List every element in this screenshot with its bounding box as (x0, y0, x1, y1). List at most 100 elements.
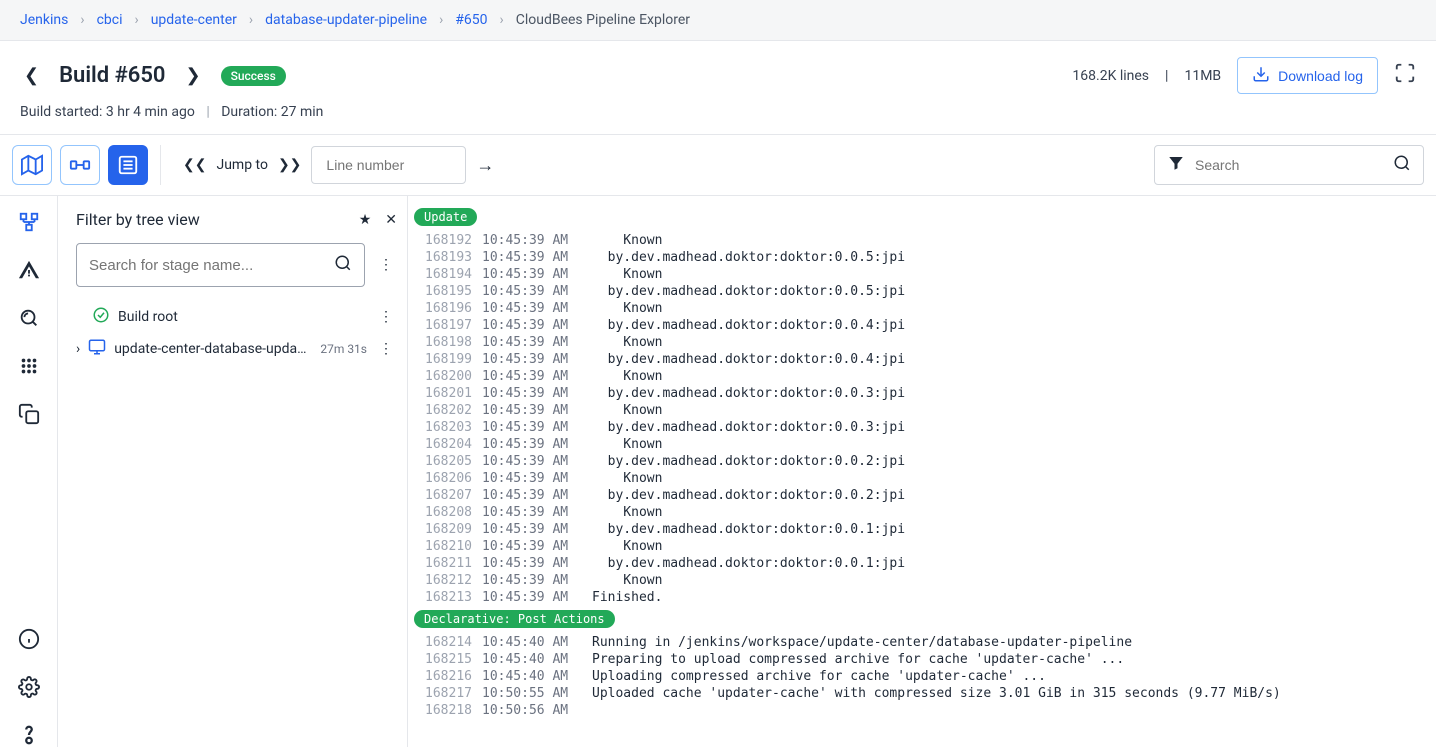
log-line[interactable]: 16820410:45:39 AM Known (408, 436, 1436, 453)
search-input[interactable] (1195, 157, 1383, 173)
timestamp: 10:45:39 AM (482, 233, 592, 248)
line-number: 168206 (420, 471, 482, 486)
log-line[interactable]: 16821610:45:40 AMUploading compressed ar… (408, 668, 1436, 685)
log-line[interactable]: 16821110:45:39 AM by.dev.madhead.doktor:… (408, 555, 1436, 572)
chevron-right-icon: › (80, 12, 84, 28)
breadcrumb-item[interactable]: #650 (455, 12, 487, 28)
log-message: Known (592, 335, 662, 350)
line-number: 168196 (420, 301, 482, 316)
log-line[interactable]: 16819710:45:39 AM by.dev.madhead.doktor:… (408, 317, 1436, 334)
log-line[interactable]: 16820510:45:39 AM by.dev.madhead.doktor:… (408, 453, 1436, 470)
line-number: 168201 (420, 386, 482, 401)
tree-row[interactable]: Build root⋮ (76, 301, 397, 333)
search-box[interactable] (1154, 145, 1424, 185)
line-number: 168213 (420, 590, 482, 605)
breadcrumb-item[interactable]: database-updater-pipeline (265, 12, 427, 28)
line-number-input[interactable] (311, 146, 466, 184)
tree-row[interactable]: ›update-center-database-upda…27m 31s⋮ (76, 333, 397, 365)
timestamp: 10:45:39 AM (482, 471, 592, 486)
line-number: 168211 (420, 556, 482, 571)
log-line[interactable]: 16819310:45:39 AM by.dev.madhead.doktor:… (408, 249, 1436, 266)
log-size: 11MB (1184, 68, 1221, 84)
log-message: Preparing to upload compressed archive f… (592, 652, 1124, 667)
breadcrumb: Jenkins›cbci›update-center›database-upda… (0, 0, 1436, 41)
star-icon[interactable]: ★ (359, 212, 372, 228)
timestamp: 10:45:39 AM (482, 454, 592, 469)
rail-warning-icon[interactable] (17, 258, 41, 282)
log-line[interactable]: 16819410:45:39 AM Known (408, 266, 1436, 283)
log-line[interactable]: 16820010:45:39 AM Known (408, 368, 1436, 385)
prev-build-chevron[interactable]: ❮ (20, 65, 43, 86)
view-map-button[interactable] (12, 145, 52, 185)
view-list-button[interactable] (108, 145, 148, 185)
log-message: Known (592, 573, 662, 588)
log-line[interactable]: 16820310:45:39 AM by.dev.madhead.doktor:… (408, 419, 1436, 436)
log-line[interactable]: 16820110:45:39 AM by.dev.madhead.doktor:… (408, 385, 1436, 402)
next-build-chevron[interactable]: ❯ (181, 65, 204, 86)
download-icon (1252, 65, 1270, 86)
log-line[interactable]: 16821010:45:39 AM Known (408, 538, 1436, 555)
toolbar: ❮❮ Jump to ❯❯ → (0, 135, 1436, 196)
log-line[interactable]: 16820610:45:39 AM Known (408, 470, 1436, 487)
rail-grid-icon[interactable] (17, 354, 41, 378)
timestamp: 10:50:55 AM (482, 686, 592, 701)
log-line[interactable]: 16821710:50:55 AMUploaded cache 'updater… (408, 685, 1436, 702)
log-message: by.dev.madhead.doktor:doktor:0.0.3:jpi (592, 420, 905, 435)
close-icon[interactable]: ✕ (385, 212, 397, 228)
view-graph-button[interactable] (60, 145, 100, 185)
rail-tree-icon[interactable] (17, 210, 41, 234)
timestamp: 10:45:39 AM (482, 556, 592, 571)
rail-link-icon[interactable] (17, 723, 41, 747)
breadcrumb-item[interactable]: cbci (97, 12, 123, 28)
stage-search[interactable] (76, 243, 365, 287)
log-message: by.dev.madhead.doktor:doktor:0.0.5:jpi (592, 284, 905, 299)
line-number: 168208 (420, 505, 482, 520)
jump-label: Jump to (216, 157, 267, 173)
timestamp: 10:45:39 AM (482, 267, 592, 282)
more-icon[interactable]: ⋮ (375, 341, 397, 357)
timestamp: 10:45:39 AM (482, 352, 592, 367)
jump-next-icon[interactable]: ❯❯ (278, 157, 301, 173)
search-icon[interactable] (1393, 154, 1411, 176)
rail-info-icon[interactable] (17, 627, 41, 651)
fullscreen-icon[interactable] (1394, 62, 1416, 89)
search-icon[interactable] (334, 254, 352, 276)
more-icon[interactable]: ⋮ (375, 309, 397, 325)
log-line[interactable]: 16821310:45:39 AMFinished. (408, 589, 1436, 606)
log-line[interactable]: 16819510:45:39 AM by.dev.madhead.doktor:… (408, 283, 1436, 300)
log-line[interactable]: 16821410:45:40 AMRunning in /jenkins/wor… (408, 634, 1436, 651)
line-number: 168212 (420, 573, 482, 588)
log-line[interactable]: 16821810:50:56 AM (408, 702, 1436, 719)
line-number: 168194 (420, 267, 482, 282)
breadcrumb-item[interactable]: Jenkins (20, 12, 68, 28)
stage-badge: Declarative: Post Actions (414, 610, 615, 628)
log-line[interactable]: 16821510:45:40 AMPreparing to upload com… (408, 651, 1436, 668)
chevron-right-icon[interactable]: › (76, 341, 80, 357)
log-line[interactable]: 16819210:45:39 AM Known (408, 232, 1436, 249)
log-message: Known (592, 471, 662, 486)
log-message: Known (592, 369, 662, 384)
stage-search-input[interactable] (89, 257, 326, 274)
breadcrumb-item[interactable]: update-center (151, 12, 237, 28)
rail-scan-icon[interactable] (17, 306, 41, 330)
more-icon[interactable]: ⋮ (375, 257, 397, 273)
timestamp: 10:45:39 AM (482, 335, 592, 350)
log-line[interactable]: 16820210:45:39 AM Known (408, 402, 1436, 419)
jump-prev-icon[interactable]: ❮❮ (183, 157, 206, 173)
rail-copy-icon[interactable] (17, 402, 41, 426)
download-log-button[interactable]: Download log (1237, 57, 1378, 94)
log-line[interactable]: 16820710:45:39 AM by.dev.madhead.doktor:… (408, 487, 1436, 504)
go-arrow-icon[interactable]: → (476, 155, 494, 176)
log-line[interactable]: 16820810:45:39 AM Known (408, 504, 1436, 521)
timestamp: 10:45:39 AM (482, 284, 592, 299)
duration-text: 27m 31s (320, 342, 367, 356)
log-line[interactable]: 16821210:45:39 AM Known (408, 572, 1436, 589)
timestamp: 10:45:39 AM (482, 250, 592, 265)
log-pane[interactable]: Update 16819210:45:39 AM Known16819310:4… (408, 196, 1436, 747)
log-line[interactable]: 16819910:45:39 AM by.dev.madhead.doktor:… (408, 351, 1436, 368)
log-line[interactable]: 16820910:45:39 AM by.dev.madhead.doktor:… (408, 521, 1436, 538)
log-line[interactable]: 16819810:45:39 AM Known (408, 334, 1436, 351)
rail-settings-icon[interactable] (17, 675, 41, 699)
timestamp: 10:45:39 AM (482, 522, 592, 537)
log-line[interactable]: 16819610:45:39 AM Known (408, 300, 1436, 317)
